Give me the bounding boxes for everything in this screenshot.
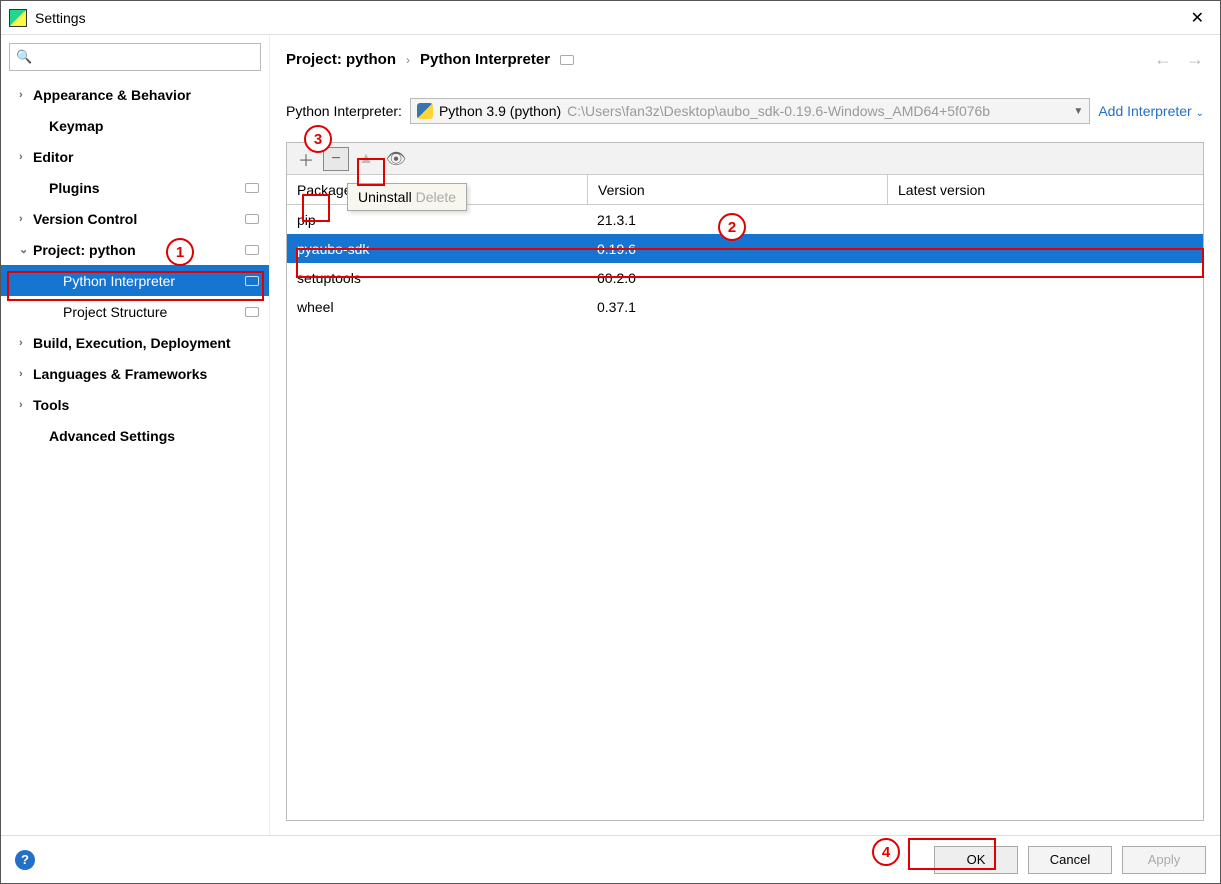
window-title: Settings: [35, 10, 1183, 26]
sidebar-item-keymap[interactable]: Keymap: [1, 110, 269, 141]
sidebar-item-label: Build, Execution, Deployment: [33, 335, 231, 351]
remove-package-button[interactable]: −: [323, 147, 349, 171]
sidebar-item-label: Plugins: [49, 180, 100, 196]
chevron-down-icon: ⌄: [1196, 108, 1204, 119]
nav-back-icon[interactable]: ←: [1154, 49, 1172, 70]
sidebar-item-label: Project: python: [33, 242, 136, 258]
app-logo-icon: [9, 9, 27, 27]
help-icon[interactable]: ?: [15, 850, 35, 870]
sidebar-item-label: Languages & Frameworks: [33, 366, 207, 382]
package-row[interactable]: wheel0.37.1: [287, 292, 1203, 321]
package-row[interactable]: setuptools60.2.0: [287, 263, 1203, 292]
sidebar-item-editor[interactable]: ›Editor: [1, 141, 269, 172]
sidebar-item-project-python[interactable]: ⌄Project: python: [1, 234, 269, 265]
sidebar-item-label: Editor: [33, 149, 73, 165]
interpreter-path: C:\Users\fan3z\Desktop\aubo_sdk-0.19.6-W…: [567, 103, 990, 119]
package-latest: [887, 234, 1203, 263]
interpreter-name: Python 3.9 (python): [439, 103, 561, 119]
chevron-right-icon: ›: [19, 213, 33, 225]
scope-badge-icon: [560, 55, 574, 65]
settings-tree: ›Appearance & BehaviorKeymap›EditorPlugi…: [1, 79, 269, 835]
sidebar-item-label: Tools: [33, 397, 69, 413]
interpreter-label: Python Interpreter:: [286, 103, 402, 119]
nav-forward-icon[interactable]: →: [1186, 49, 1204, 70]
package-row[interactable]: pyaubo-sdk0.19.6: [287, 234, 1203, 263]
callout-4: 4: [872, 838, 900, 866]
breadcrumb: Project: python › Python Interpreter ← →: [286, 49, 1204, 70]
chevron-right-icon: ›: [19, 337, 33, 349]
callout-2: 2: [718, 213, 746, 241]
package-version: 0.37.1: [587, 292, 887, 321]
sidebar-item-label: Project Structure: [63, 304, 167, 320]
packages-body: pip21.3.1pyaubo-sdk0.19.6setuptools60.2.…: [287, 205, 1203, 820]
scope-badge-icon: [245, 276, 259, 286]
sidebar-item-project-structure[interactable]: Project Structure: [1, 296, 269, 327]
scope-badge-icon: [245, 214, 259, 224]
package-name: setuptools: [287, 263, 587, 292]
search-icon: 🔍: [16, 49, 32, 65]
scope-badge-icon: [245, 183, 259, 193]
upgrade-package-button[interactable]: ▲: [353, 147, 379, 171]
search-field[interactable]: 🔍: [9, 43, 261, 71]
sidebar-item-label: Version Control: [33, 211, 137, 227]
sidebar-item-label: Advanced Settings: [49, 428, 175, 444]
sidebar-item-appearance-behavior[interactable]: ›Appearance & Behavior: [1, 79, 269, 110]
package-version: 60.2.0: [587, 263, 887, 292]
sidebar-item-build-execution-deployment[interactable]: ›Build, Execution, Deployment: [1, 327, 269, 358]
packages-panel: ＋ − ▲ 👁 Package Version Latest version p…: [286, 142, 1204, 821]
apply-button[interactable]: Apply: [1122, 846, 1206, 874]
cancel-button[interactable]: Cancel: [1028, 846, 1112, 874]
uninstall-tooltip: Uninstall Delete: [347, 183, 467, 211]
titlebar: Settings ✕: [1, 1, 1220, 35]
settings-sidebar: 🔍 ›Appearance & BehaviorKeymap›EditorPlu…: [1, 35, 269, 835]
callout-1: 1: [166, 238, 194, 266]
show-early-releases-button[interactable]: 👁: [383, 147, 409, 171]
sidebar-item-tools[interactable]: ›Tools: [1, 389, 269, 420]
sidebar-item-advanced-settings[interactable]: Advanced Settings: [1, 420, 269, 451]
sidebar-item-version-control[interactable]: ›Version Control: [1, 203, 269, 234]
col-latest[interactable]: Latest version: [887, 175, 1203, 204]
close-icon[interactable]: ✕: [1183, 4, 1212, 32]
dialog-footer: ? OK Cancel Apply: [1, 835, 1220, 883]
sidebar-item-plugins[interactable]: Plugins: [1, 172, 269, 203]
package-latest: [887, 292, 1203, 321]
chevron-down-icon: ▼: [1073, 106, 1083, 117]
sidebar-item-label: Appearance & Behavior: [33, 87, 191, 103]
chevron-right-icon: ›: [19, 151, 33, 163]
breadcrumb-project[interactable]: Project: python: [286, 51, 396, 68]
ok-button[interactable]: OK: [934, 846, 1018, 874]
scope-badge-icon: [245, 307, 259, 317]
chevron-right-icon: ›: [406, 53, 410, 67]
python-icon: [417, 103, 433, 119]
breadcrumb-page: Python Interpreter: [420, 51, 550, 68]
package-name: wheel: [287, 292, 587, 321]
sidebar-item-label: Keymap: [49, 118, 103, 134]
search-input[interactable]: [10, 44, 260, 70]
chevron-right-icon: ›: [19, 368, 33, 380]
package-latest: [887, 205, 1203, 234]
chevron-right-icon: ›: [19, 399, 33, 411]
chevron-right-icon: ›: [19, 89, 33, 101]
package-latest: [887, 263, 1203, 292]
packages-toolbar: ＋ − ▲ 👁: [287, 143, 1203, 175]
col-version[interactable]: Version: [587, 175, 887, 204]
chevron-down-icon: ⌄: [19, 243, 33, 256]
sidebar-item-label: Python Interpreter: [63, 273, 175, 289]
package-name: pyaubo-sdk: [287, 234, 587, 263]
add-interpreter-link[interactable]: Add Interpreter ⌄: [1098, 103, 1204, 119]
callout-3: 3: [304, 125, 332, 153]
interpreter-select[interactable]: Python 3.9 (python) C:\Users\fan3z\Deskt…: [410, 98, 1090, 124]
settings-main: Project: python › Python Interpreter ← →…: [269, 35, 1220, 835]
sidebar-item-languages-frameworks[interactable]: ›Languages & Frameworks: [1, 358, 269, 389]
sidebar-item-python-interpreter[interactable]: Python Interpreter: [1, 265, 269, 296]
scope-badge-icon: [245, 245, 259, 255]
